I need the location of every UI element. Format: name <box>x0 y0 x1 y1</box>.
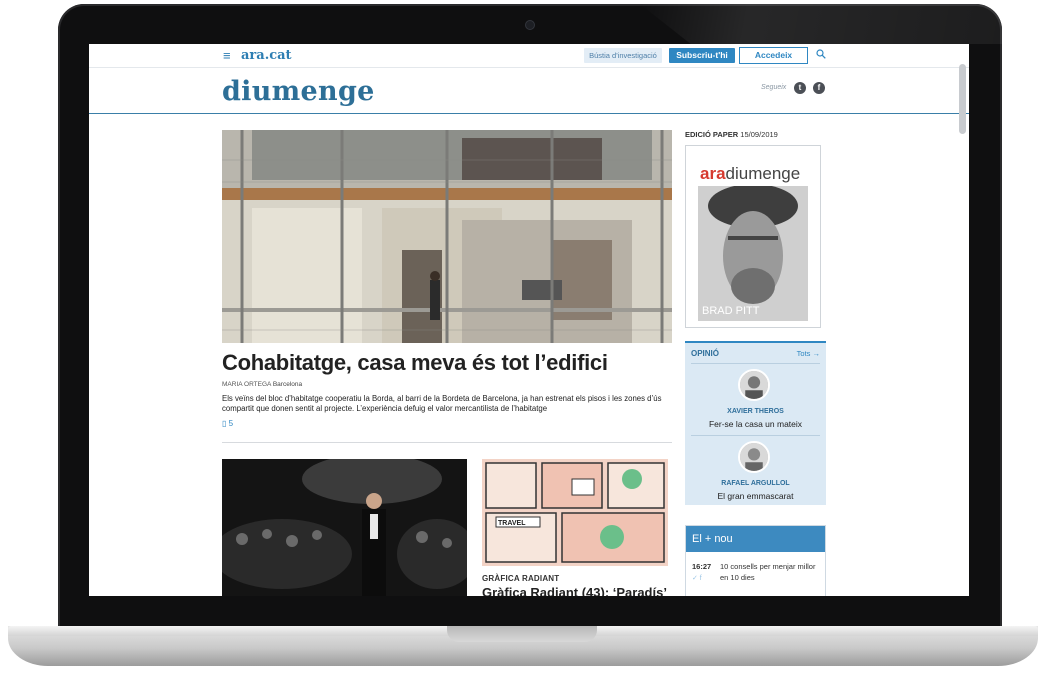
secondary-article-headline[interactable]: Gràfica Radiant (43): ‘Paradís’ <box>482 585 667 596</box>
opinion-title: OPINIÓ <box>691 349 720 358</box>
laptop-notch <box>447 626 597 642</box>
avatar-rafael-argullol[interactable] <box>738 441 770 473</box>
main-article-summary: Els veïns del bloc d’habitatge cooperati… <box>222 394 662 413</box>
site-logo[interactable]: ara.cat <box>241 48 292 63</box>
radiant-graphic-image[interactable]: TRAVEL <box>482 459 668 566</box>
comment-icon: ▯ <box>222 419 227 428</box>
secondary-article-kicker[interactable]: GRÀFICA RADIANT <box>482 574 559 583</box>
scrollbar-thumb[interactable] <box>959 64 966 134</box>
login-button[interactable]: Accedeix <box>739 47 808 64</box>
opinion-divider <box>691 363 820 364</box>
cover-photo: BRAD PITT <box>698 186 808 321</box>
latest-news-box: El + nou 16:27 10 consells per menjar mi… <box>685 525 826 596</box>
browser-viewport: ≡ ara.cat Bústia d'investigació Subscriu… <box>89 44 969 596</box>
search-icon[interactable] <box>816 49 826 59</box>
opinion-article-title[interactable]: El gran emmascarat <box>685 491 826 501</box>
opinion-author[interactable]: RAFAEL ARGULLOL <box>685 480 826 487</box>
comments-link[interactable]: ▯ 5 <box>222 419 233 428</box>
cover-brand: aradiumenge <box>700 164 801 183</box>
paper-edition-date: 15/09/2019 <box>740 130 778 139</box>
main-article-image[interactable] <box>222 130 672 343</box>
screen-glare <box>640 4 1002 44</box>
author-name[interactable]: MARIA ORTEGA <box>222 381 271 388</box>
paper-edition-title: EDICIÓ PAPER <box>685 130 739 139</box>
avatar-xavier-theros[interactable] <box>738 369 770 401</box>
opinion-box: OPINIÓ Tots → XAVIER THEROS Fer-se la ca… <box>685 341 826 505</box>
subscribe-button[interactable]: Subscriu-t'hi <box>669 48 735 63</box>
cover-name: BRAD PITT <box>702 305 760 317</box>
latest-news-title: El + nou <box>686 526 825 552</box>
hamburger-icon[interactable]: ≡ <box>223 49 231 62</box>
section-title[interactable]: diumenge <box>222 76 375 107</box>
news-time: 16:27 <box>692 562 712 571</box>
opinion-article-title[interactable]: Fer-se la casa un mateix <box>685 419 826 429</box>
comment-count: 5 <box>228 419 234 428</box>
facebook-icon[interactable]: f <box>813 82 825 94</box>
follow-label: Segueix <box>761 84 787 91</box>
share-icons[interactable]: ✓ f <box>692 574 702 582</box>
red-carpet-article-image[interactable] <box>222 459 467 596</box>
opinion-author[interactable]: XAVIER THEROS <box>685 408 826 415</box>
article-byline: MARIA ORTEGA Barcelona <box>222 381 302 388</box>
paper-cover[interactable]: aradiumenge BRAD PITT <box>685 145 821 328</box>
author-location: Barcelona <box>272 381 303 388</box>
twitter-icon[interactable]: t <box>794 82 806 94</box>
section-header <box>89 68 969 114</box>
investigation-mailbox-button[interactable]: Bústia d'investigació <box>584 48 662 63</box>
opinion-divider <box>691 435 820 436</box>
main-article-headline[interactable]: Cohabitatge, casa meva és tot l’edifici <box>222 350 608 376</box>
top-navigation-bar: ≡ ara.cat Bústia d'investigació Subscriu… <box>89 44 969 68</box>
opinion-all-link[interactable]: Tots → <box>797 349 820 358</box>
travel-label: TRAVEL <box>498 520 526 527</box>
webcam <box>525 20 535 30</box>
paper-edition-label: EDICIÓ PAPER 15/09/2019 <box>685 130 778 139</box>
news-link[interactable]: 10 consells per menjar millor en 10 dies <box>720 561 820 583</box>
article-divider <box>222 442 672 443</box>
